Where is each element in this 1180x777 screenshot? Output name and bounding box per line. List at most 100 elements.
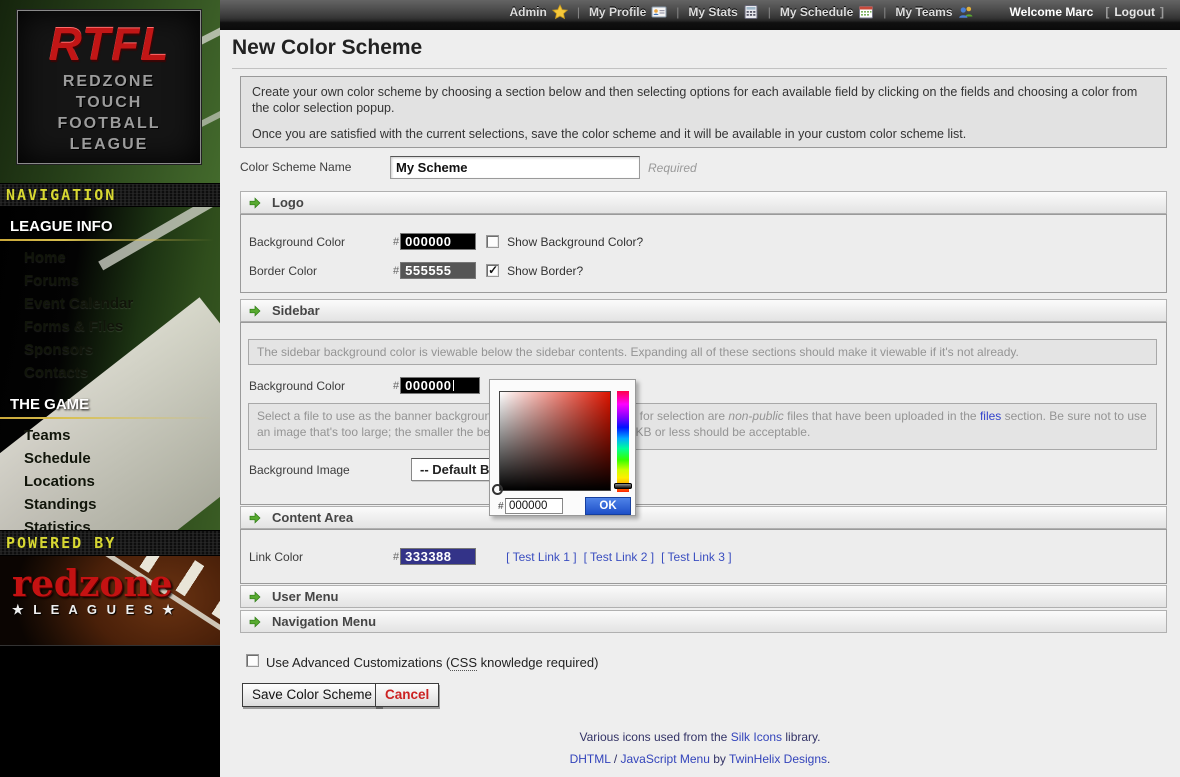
league-logo[interactable]: RTFL REDZONE TOUCH FOOTBALL LEAGUE [17,10,201,164]
logo-line: LEAGUE [18,134,200,155]
sidebar-item-forms-files[interactable]: Forms & Files [0,315,220,338]
silk-icons-link[interactable]: Silk Icons [731,730,782,744]
dhtml-link[interactable]: DHTML [570,752,611,766]
logo-bg-color-swatch[interactable]: 000000 [400,233,476,250]
sidebar-item-sponsors[interactable]: Sponsors [0,338,220,361]
saturation-value-field[interactable] [499,391,611,491]
section-title-navigation-menu: Navigation Menu [272,614,376,629]
show-bg-color-label: Show Background Color? [507,235,643,249]
sidebar-item-standings[interactable]: Standings [0,493,220,516]
sidebar-bg-color-label: Background Color [248,379,393,393]
green-arrow-icon [249,616,261,628]
intro-box: Create your own color scheme by choosing… [240,76,1167,148]
sidebar-bg-color-row: Background Color # 000000 [248,376,480,395]
sidebar-item-event-calendar[interactable]: Event Calendar [0,292,220,315]
footer-credits-icons: Various icons used from the Silk Icons l… [220,730,1180,744]
section-box-content-area: Link Color # 333388 [ Test Link 1 ] [ Te… [240,529,1167,584]
test-link-1[interactable]: [ Test Link 1 ] [506,550,576,564]
test-link-2[interactable]: [ Test Link 2 ] [584,550,654,564]
save-color-scheme-button[interactable]: Save Color Scheme [242,683,382,707]
redzone-logo-name: redzone [12,566,220,602]
sidebar-item-schedule[interactable]: Schedule [0,447,220,470]
menu-my-profile[interactable]: My Profile [589,4,667,20]
redzone-leagues-logo[interactable]: redzone ★ L E A G U E S ★ [0,556,220,645]
note-text: files that have been uploaded in the [784,409,980,423]
scheme-name-label: Color Scheme Name [240,160,351,174]
logo-line: REDZONE [18,71,200,92]
group-icon [958,4,974,20]
twinhelix-designs-link[interactable]: TwinHelix Designs [729,752,827,766]
footer-text: / [610,752,620,766]
section-box-sidebar: The sidebar background color is viewable… [240,322,1167,505]
powered-by-banner: POWERED BY [0,530,220,556]
green-arrow-icon [249,305,261,317]
green-arrow-icon [249,591,261,603]
sidebar-bg-color-value: 000000 [405,378,451,393]
title-divider [232,68,1167,69]
note-emphasis: non-public [728,409,783,423]
menu-my-stats[interactable]: My Stats [688,4,758,20]
sidebar-item-forums[interactable]: Forums [0,269,220,292]
app-screen: RTFL REDZONE TOUCH FOOTBALL LEAGUE NAVIG… [0,0,1180,777]
color-picker-popup: # OK [489,379,636,516]
show-bg-color-checkbox[interactable] [486,235,499,248]
league-sidebar: RTFL REDZONE TOUCH FOOTBALL LEAGUE NAVIG… [0,0,220,777]
section-header-navigation-menu[interactable]: Navigation Menu [240,610,1167,633]
cancel-button[interactable]: Cancel [375,683,439,707]
sidebar-item-teams[interactable]: Teams [0,424,220,447]
menu-my-schedule-label: My Schedule [780,5,853,19]
advanced-customizations-label: Use Advanced Customizations (CSS knowled… [266,655,598,670]
gold-rule [0,239,214,241]
link-color-row: Link Color # 333388 [ Test Link 1 ] [ Te… [248,547,732,566]
section-header-content-area[interactable]: Content Area [240,506,1167,529]
logo-line: TOUCH [18,92,200,113]
javascript-menu-link[interactable]: JavaScript Menu [621,752,710,766]
menu-admin-label: Admin [509,5,546,19]
section-header-sidebar[interactable]: Sidebar [240,299,1167,322]
link-color-swatch[interactable]: 333388 [400,548,476,565]
hash-prefix: # [393,551,399,563]
logo-border-color-row: Border Color # 555555 Show Border? [248,261,583,280]
logout-link[interactable]: Logout [1114,5,1155,19]
menu-my-stats-label: My Stats [688,5,737,19]
ok-button[interactable]: OK [585,497,631,515]
logo-bg-color-label: Background Color [248,235,393,249]
welcome-text: Welcome Marc [1010,5,1094,19]
footer-text: library. [782,730,820,744]
hex-value-input[interactable] [505,498,563,514]
hue-slider[interactable] [617,391,629,492]
scheme-name-input[interactable] [390,156,640,179]
menu-my-teams-label: My Teams [895,5,952,19]
section-title-user-menu: User Menu [272,589,338,604]
menu-my-schedule[interactable]: My Schedule [780,4,874,20]
sidebar-item-home[interactable]: Home [0,246,220,269]
files-link[interactable]: files [980,409,1001,423]
menu-admin[interactable]: Admin [509,4,567,20]
advanced-customizations-checkbox[interactable] [246,654,259,667]
top-bar: Admin | My Profile | My Stats | My Sched… [220,0,1180,30]
section-box-logo: Background Color # 000000 Show Backgroun… [240,214,1167,293]
main-content: New Color Scheme Create your own color s… [220,30,1180,777]
intro-paragraph: Once you are satisfied with the current … [252,126,1155,142]
color-selection-marker[interactable] [492,484,503,495]
show-border-label: Show Border? [507,264,583,278]
sidebar-item-contacts[interactable]: Contacts [0,361,220,384]
sidebar-item-locations[interactable]: Locations [0,470,220,493]
hash-prefix: # [393,380,399,392]
logo-border-color-swatch[interactable]: 555555 [400,262,476,279]
footer-text: by [710,752,729,766]
calendar-icon [858,4,874,20]
test-links: [ Test Link 1 ] [ Test Link 2 ] [ Test L… [506,550,731,564]
footer-text: . [827,752,830,766]
hash-prefix: # [393,236,399,248]
separator: | [676,5,679,19]
redzone-logo-sub: ★ L E A G U E S ★ [12,602,220,618]
show-border-checkbox[interactable] [486,264,499,277]
section-header-user-menu[interactable]: User Menu [240,585,1167,608]
test-link-3[interactable]: [ Test Link 3 ] [661,550,731,564]
section-header-logo[interactable]: Logo [240,191,1167,214]
menu-my-teams[interactable]: My Teams [895,4,973,20]
sidebar-bg-color-swatch[interactable]: 000000 [400,377,480,394]
hue-slider-handle[interactable] [614,483,632,489]
sidebar-bg-note: The sidebar background color is viewable… [248,339,1157,365]
